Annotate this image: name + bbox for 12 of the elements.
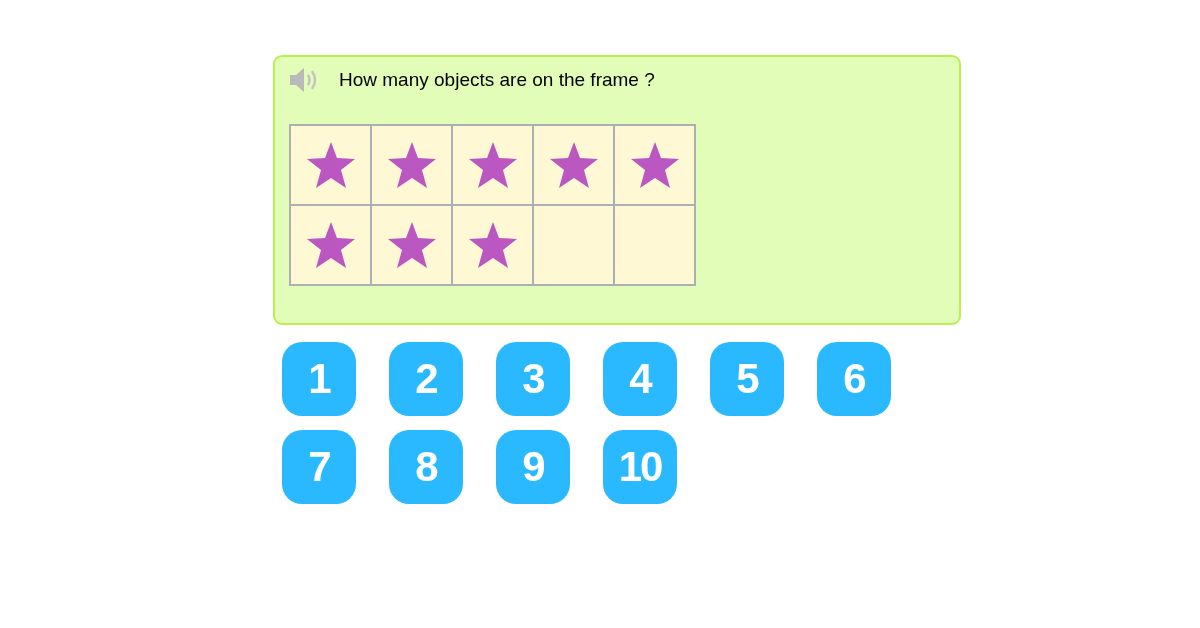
answer-button[interactable]: 4	[603, 342, 677, 416]
question-text: How many objects are on the frame ?	[339, 69, 655, 91]
speaker-icon[interactable]	[289, 66, 319, 94]
answer-button[interactable]: 9	[496, 430, 570, 504]
answer-button[interactable]: 6	[817, 342, 891, 416]
answer-button[interactable]: 1	[282, 342, 356, 416]
answer-button[interactable]: 7	[282, 430, 356, 504]
answer-button[interactable]: 3	[496, 342, 570, 416]
answer-button[interactable]: 8	[389, 430, 463, 504]
answer-button[interactable]: 2	[389, 342, 463, 416]
answer-button[interactable]: 5	[710, 342, 784, 416]
answer-button[interactable]: 10	[603, 430, 677, 504]
